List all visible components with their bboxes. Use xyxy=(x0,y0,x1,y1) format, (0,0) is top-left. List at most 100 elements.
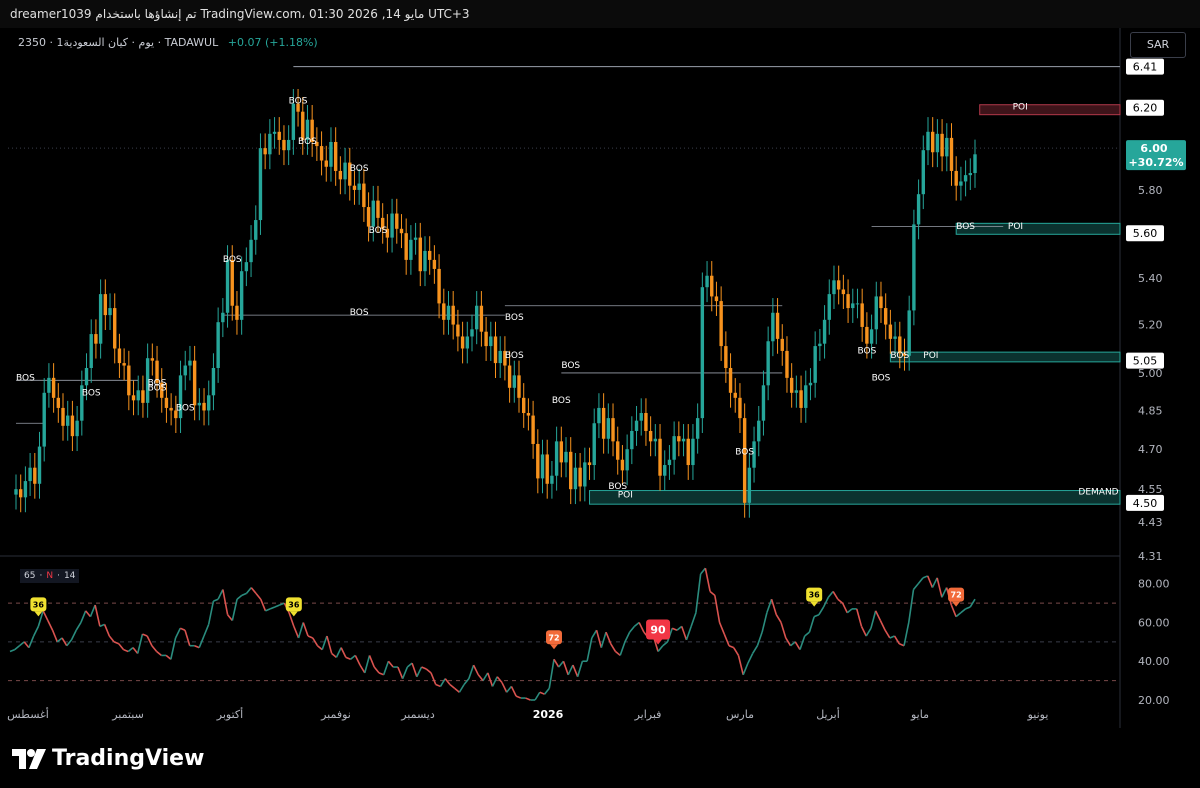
rsi-segment xyxy=(42,610,49,621)
rsi-segment xyxy=(723,633,730,647)
candle-body xyxy=(705,275,709,288)
rsi-segment xyxy=(449,683,456,689)
bos-label: BOS xyxy=(16,373,35,383)
rsi-segment xyxy=(23,641,30,649)
candle-body xyxy=(493,336,498,364)
rsi-segment xyxy=(170,637,177,660)
currency-selector[interactable]: SAR xyxy=(1130,32,1186,58)
footer: TradingView xyxy=(0,728,1200,788)
rsi-axis-label: 60.00 xyxy=(1138,616,1170,629)
rsi-segment xyxy=(718,622,726,635)
bos-label: BOS xyxy=(176,403,195,413)
rsi-segment xyxy=(80,610,87,623)
candle-body xyxy=(47,377,51,393)
candle-body xyxy=(935,133,940,153)
rsi-segment xyxy=(756,631,763,646)
time-axis-label: نوفمبر xyxy=(320,708,351,721)
rsi-segment xyxy=(907,589,915,623)
candle-body xyxy=(489,336,493,347)
candle-body xyxy=(879,296,883,309)
candle-body xyxy=(221,312,225,323)
rsi-segment xyxy=(614,650,621,657)
rsi-segment xyxy=(543,687,550,695)
price-axis-label: 5.40 xyxy=(1138,272,1163,285)
rsi-segment xyxy=(893,635,900,645)
candle-body xyxy=(37,446,42,484)
candle-body xyxy=(507,365,512,388)
candle-body xyxy=(639,413,643,421)
rsi-segment xyxy=(345,656,351,661)
rsi-segment xyxy=(931,577,938,588)
rsi-badge-pointer xyxy=(952,601,961,607)
candle-body xyxy=(136,390,140,401)
poi-label: POI xyxy=(1008,222,1023,232)
candle-body xyxy=(921,150,925,195)
candle-body xyxy=(122,363,126,366)
candle-body xyxy=(719,301,723,347)
rsi-segment xyxy=(960,608,967,614)
price-chart-svg[interactable]: BOS BOS BOS BOS BOS BOS BOS BOS BOS BOS BOS BOS BOS B… xyxy=(0,28,1200,728)
tradingview-logo[interactable]: TradingView xyxy=(12,746,204,771)
rsi-segment xyxy=(359,664,366,674)
rsi-segment xyxy=(373,666,380,674)
candle-body xyxy=(258,148,263,221)
rsi-segment xyxy=(132,647,139,654)
rsi-badge-label: 36 xyxy=(33,600,45,609)
rsi-segment xyxy=(236,594,243,600)
bos-label: BOS xyxy=(552,396,571,406)
rsi-segment xyxy=(217,589,224,600)
candle-body xyxy=(225,259,230,313)
rsi-segment xyxy=(624,631,631,643)
rsi-segment xyxy=(340,647,347,658)
candle-body xyxy=(183,365,187,376)
rsi-segment xyxy=(213,598,219,602)
candle-body xyxy=(423,250,427,272)
rsi-segment xyxy=(123,648,129,653)
candle-body xyxy=(742,418,747,503)
rsi-param-sep: · xyxy=(57,571,60,581)
rsi-segment xyxy=(742,662,749,676)
chart-area[interactable]: BOS BOS BOS BOS BOS BOS BOS BOS BOS BOS BOS BOS BOS B… xyxy=(0,28,1200,728)
price-axis-label: 5.80 xyxy=(1138,184,1163,197)
poi-zone-red xyxy=(979,104,1121,116)
rsi-segment xyxy=(293,626,300,639)
candle-body xyxy=(432,259,437,269)
candle-body xyxy=(522,397,526,414)
candle-body xyxy=(893,336,897,339)
rsi-segment xyxy=(496,676,503,684)
rsi-segment xyxy=(47,620,54,631)
rsi-badge-pointer xyxy=(549,644,558,650)
poi-label: POI xyxy=(1013,103,1028,113)
rsi-segment xyxy=(401,666,409,679)
rsi-segment xyxy=(354,655,361,666)
poi-zone-green-1 xyxy=(955,222,1121,235)
rsi-segment xyxy=(487,672,494,687)
rsi-segment xyxy=(912,583,919,591)
rsi-segment xyxy=(955,612,962,618)
rsi-segment xyxy=(619,641,626,656)
time-axis-label: أكتوبر xyxy=(216,707,243,721)
candle-body xyxy=(75,420,79,437)
candle-body xyxy=(865,326,869,344)
candle-body xyxy=(244,262,249,272)
bos-label: BOS xyxy=(561,361,580,371)
candle-body xyxy=(644,413,648,431)
candle-body xyxy=(390,213,394,238)
candle-body xyxy=(117,348,122,364)
candle-body xyxy=(559,441,564,463)
rsi-segment xyxy=(179,627,186,631)
candle-body xyxy=(601,407,606,439)
candle-body xyxy=(470,329,474,337)
rsi-segment xyxy=(302,622,309,637)
rsi-segment xyxy=(56,637,63,643)
candle-body xyxy=(531,415,535,444)
candle-body xyxy=(672,436,676,460)
candle-body xyxy=(446,305,451,320)
time-axis-label: 2026 xyxy=(533,708,564,721)
candle-body xyxy=(33,467,37,484)
rsi-parameters[interactable]: 65 · N · 14 xyxy=(20,569,80,583)
candle-body xyxy=(371,200,375,227)
candle-body xyxy=(841,289,846,295)
candle-body xyxy=(573,467,578,490)
candle-body xyxy=(169,407,173,411)
